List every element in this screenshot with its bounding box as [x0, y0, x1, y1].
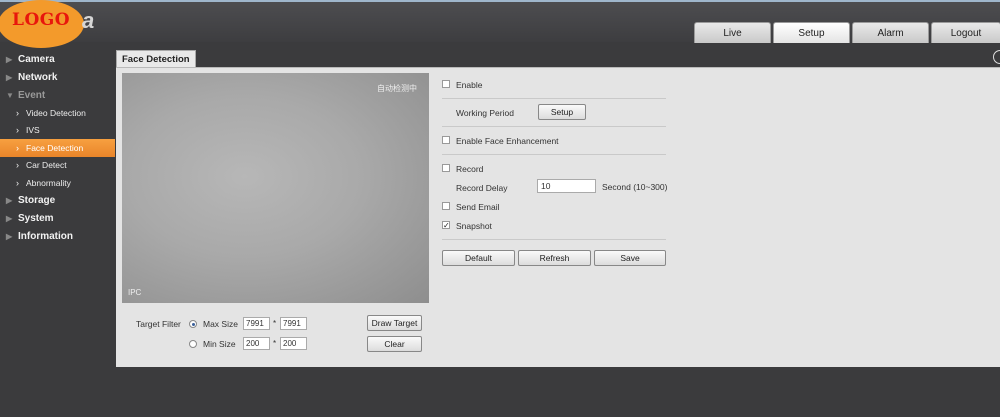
record-delay-unit: Second (10~300) — [602, 182, 668, 192]
chevron-right-icon: › — [16, 142, 19, 153]
chevron-right-icon: › — [16, 107, 19, 118]
sidebar-item-storage[interactable]: ▶ Storage — [0, 192, 115, 210]
caret-right-icon: ▶ — [6, 72, 13, 82]
sidebar-item-car-detect[interactable]: › Car Detect — [0, 157, 115, 175]
min-height-input[interactable]: 200 — [280, 337, 307, 350]
divider — [442, 126, 666, 127]
sidebar-item-label: Storage — [18, 195, 56, 206]
max-width-input[interactable]: 7991 — [243, 317, 270, 330]
top-header: LOGO a Live Setup Alarm Logout — [0, 0, 1000, 48]
face-enhancement-label: Enable Face Enhancement — [456, 136, 559, 146]
max-size-label: Max Size — [203, 319, 238, 329]
record-delay-label: Record Delay — [456, 183, 508, 193]
sidebar-item-information[interactable]: ▶ Information — [0, 228, 115, 246]
chevron-right-icon: › — [16, 177, 19, 188]
sidebar-item-ivs[interactable]: › IVS — [0, 122, 115, 140]
sidebar-item-system[interactable]: ▶ System — [0, 210, 115, 228]
refresh-button[interactable]: Refresh — [518, 250, 591, 266]
target-filter-label: Target Filter — [136, 319, 181, 329]
sidebar-item-label: Camera — [18, 53, 55, 65]
sidebar-item-abnormality[interactable]: › Abnormality — [0, 174, 115, 192]
tab-setup[interactable]: Setup — [773, 22, 850, 43]
send-email-checkbox[interactable] — [442, 202, 450, 210]
save-button[interactable]: Save — [594, 250, 666, 266]
sidebar: ▶ Camera ▶ Network ▼ Event › Video Detection… — [0, 50, 115, 246]
divider — [442, 98, 666, 99]
sidebar-item-label: Car Detect — [26, 160, 67, 171]
record-checkbox[interactable] — [442, 164, 450, 172]
caret-right-icon: ▶ — [6, 196, 13, 205]
sidebar-item-network[interactable]: ▶ Network — [0, 68, 115, 86]
enable-checkbox[interactable] — [442, 80, 450, 88]
help-icon[interactable] — [993, 50, 1000, 64]
min-size-radio[interactable] — [189, 340, 197, 348]
video-preview[interactable]: 自动检测中 IPC — [122, 73, 429, 303]
divider — [442, 239, 666, 240]
main-panel: 自动检测中 IPC Target Filter Max Size 7991 * … — [116, 67, 1000, 367]
record-label: Record — [456, 164, 484, 174]
top-tabs: Live Setup Alarm Logout — [694, 22, 1000, 43]
clear-button[interactable]: Clear — [367, 336, 422, 352]
caret-right-icon: ▶ — [6, 54, 13, 64]
logo-text: LOGO — [12, 10, 71, 30]
sidebar-item-label: Abnormality — [26, 177, 71, 188]
caret-right-icon: ▶ — [6, 232, 13, 241]
working-period-setup-button[interactable]: Setup — [538, 104, 586, 120]
working-period-label: Working Period — [456, 108, 514, 118]
default-button[interactable]: Default — [442, 250, 515, 266]
sidebar-item-label: Video Detection — [26, 107, 86, 118]
video-osd-title: 自动检测中 — [377, 84, 417, 93]
sidebar-item-label: System — [18, 213, 54, 224]
sidebar-item-label: Information — [18, 231, 73, 242]
caret-right-icon: ▶ — [6, 214, 13, 223]
face-enhancement-checkbox[interactable] — [442, 136, 450, 144]
enable-label: Enable — [456, 80, 483, 90]
chevron-right-icon: › — [16, 160, 19, 171]
chevron-right-icon: › — [16, 125, 19, 136]
tab-live[interactable]: Live — [694, 22, 771, 43]
min-width-input[interactable]: 200 — [243, 337, 270, 350]
sidebar-item-label: IVS — [26, 125, 40, 136]
record-delay-input[interactable]: 10 — [537, 179, 596, 193]
sidebar-item-camera[interactable]: ▶ Camera — [0, 50, 115, 68]
sidebar-item-label: Network — [18, 71, 58, 83]
snapshot-label: Snapshot — [456, 221, 492, 231]
size-separator: * — [273, 339, 277, 348]
panel-tab-face-detection[interactable]: Face Detection — [116, 50, 196, 68]
caret-down-icon: ▼ — [6, 90, 14, 100]
size-separator: * — [273, 319, 277, 328]
min-size-label: Min Size — [203, 339, 236, 349]
draw-target-button[interactable]: Draw Target — [367, 315, 422, 331]
sidebar-item-face-detection[interactable]: › Face Detection — [0, 139, 115, 157]
sidebar-item-event[interactable]: ▼ Event — [0, 86, 115, 104]
max-size-radio[interactable] — [189, 320, 197, 328]
video-osd-channel: IPC — [128, 288, 142, 297]
sidebar-item-label: Face Detection — [26, 142, 84, 153]
tab-alarm[interactable]: Alarm — [852, 22, 929, 43]
sidebar-item-label: Event — [18, 89, 46, 101]
tab-logout[interactable]: Logout — [931, 22, 1000, 43]
divider — [442, 154, 666, 155]
send-email-label: Send Email — [456, 202, 500, 212]
max-height-input[interactable]: 7991 — [280, 317, 307, 330]
sidebar-item-video-detection[interactable]: › Video Detection — [0, 104, 115, 122]
logo-brand-tail: a — [82, 8, 95, 33]
snapshot-checkbox[interactable]: ✓ — [442, 221, 450, 230]
